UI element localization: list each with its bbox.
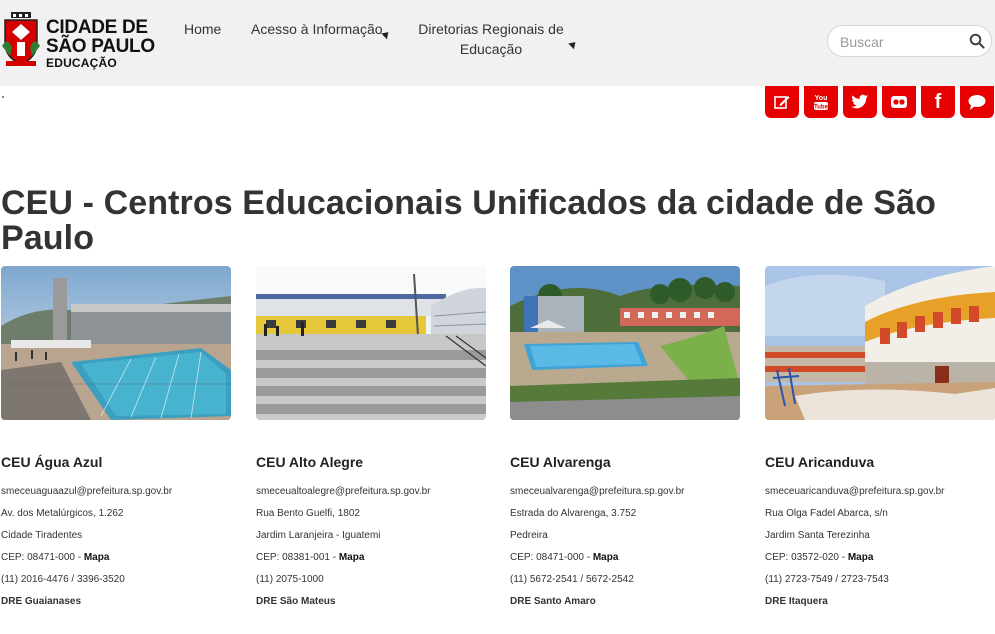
card-email[interactable]: smeceualvarenga@prefeitura.sp.gov.br [510,486,685,498]
ceu-card: CEU Água Azul smeceuaguaazul@prefeitura.… [1,266,231,607]
card-phone: (11) 2723-7549 / 2723-7543 [765,574,889,585]
social-youtube-button[interactable]: You Tube [804,86,838,118]
card-address: Rua Olga Fadel Abarca, s/n [765,508,888,519]
card-title[interactable]: CEU Água Azul [1,454,102,470]
card-dre-link[interactable]: DRE São Mateus [256,596,335,608]
card-dre-link[interactable]: DRE Santo Amaro [510,596,596,608]
chat-icon [968,95,986,110]
card-map-link[interactable]: Mapa [848,552,874,563]
social-flickr-button[interactable] [882,86,916,118]
card-phone: (11) 5672-2541 / 5672-2542 [510,574,634,585]
card-district: Jardim Santa Terezinha [765,530,870,541]
ceu-card: CEU Aricanduva smeceuaricanduva@prefeitu… [765,266,995,607]
caret-down-icon [381,25,395,40]
ceu-photo-alvarenga[interactable] [510,266,740,420]
search-input[interactable] [838,31,962,53]
nav-diretorias-label-2: Educação [459,41,523,57]
caret-down-icon [568,35,582,50]
card-email[interactable]: smeceuaricanduva@prefeitura.sp.gov.br [765,486,945,498]
card-phone: (11) 2016-4476 / 3396-3520 [1,574,125,585]
card-map-link[interactable]: Mapa [84,552,110,563]
coat-of-arms-icon [2,12,40,66]
nav-diretorias-regionais[interactable]: Diretorias Regionais de Educação [416,19,566,59]
card-cep: CEP: 08471-000 - [510,552,593,563]
separator-dot [2,96,4,98]
card-district: Jardim Laranjeira - Iguatemi [256,530,381,541]
youtube-icon: You Tube [814,95,829,111]
card-cep-row: CEP: 08471-000 - Mapa [510,552,618,564]
card-district: Pedreira [510,530,548,541]
prefeitura-logo[interactable]: CIDADE DE SÃO PAULO EDUCAÇÃO [2,10,162,72]
card-phone: (11) 2075-1000 [256,574,324,585]
card-cep: CEP: 08471-000 - [1,552,84,563]
social-chat-button[interactable] [960,86,994,118]
brand-line-3: EDUCAÇÃO [46,56,117,70]
nav-acesso-label: Acesso à Informação [251,21,383,37]
svg-text:Tube: Tube [814,105,829,111]
social-facebook-button[interactable]: f [921,86,955,118]
ceu-card: CEU Alvarenga smeceualvarenga@prefeitura… [510,266,740,607]
card-cep-row: CEP: 03572-020 - Mapa [765,552,873,564]
svg-text:You: You [815,95,828,102]
twitter-icon [851,94,869,109]
ceu-photo-aricanduva[interactable] [765,266,995,420]
card-cep-row: CEP: 08471-000 - Mapa [1,552,109,564]
nav-acesso-informacao[interactable]: Acesso à Informação [251,19,383,39]
card-map-link[interactable]: Mapa [593,552,619,563]
nav-home[interactable]: Home [184,19,221,39]
card-address: Estrada do Alvarenga, 3.752 [510,508,637,519]
card-cep-row: CEP: 08381-001 - Mapa [256,552,364,564]
page-title: CEU - Centros Educacionais Unificados da… [1,184,936,257]
site-header: CIDADE DE SÃO PAULO EDUCAÇÃO Home Acesso… [0,0,995,86]
card-address: Av. dos Metalúrgicos, 1.262 [1,508,124,519]
card-dre-link[interactable]: DRE Guaianases [1,596,81,608]
card-dre-link[interactable]: DRE Itaquera [765,596,828,608]
card-address: Rua Bento Guelfi, 1802 [256,508,360,519]
ceu-photo-alto-alegre[interactable] [256,266,486,420]
facebook-icon: f [934,90,942,113]
ceu-photo-agua-azul[interactable] [1,266,231,420]
card-cep: CEP: 03572-020 - [765,552,848,563]
search-box [827,25,992,57]
card-title[interactable]: CEU Aricanduva [765,454,874,470]
ceu-card: CEU Alto Alegre smeceualtoalegre@prefeit… [256,266,486,607]
card-cep: CEP: 08381-001 - [256,552,339,563]
nav-diretorias-label-1: Diretorias Regionais de [418,21,564,37]
card-district: Cidade Tiradentes [1,530,83,541]
edit-icon [774,96,790,109]
social-twitter-button[interactable] [843,86,877,118]
brand-line-1: CIDADE DE [46,17,148,38]
card-email[interactable]: smeceuaguaazul@prefeitura.sp.gov.br [1,486,172,498]
social-edit-button[interactable] [765,86,799,118]
card-map-link[interactable]: Mapa [339,552,365,563]
card-email[interactable]: smeceualtoalegre@prefeitura.sp.gov.br [256,486,431,498]
card-title[interactable]: CEU Alvarenga [510,454,611,470]
card-title[interactable]: CEU Alto Alegre [256,454,363,470]
flickr-icon [891,96,907,108]
search-icon[interactable] [969,33,985,49]
brand-line-2: SÃO PAULO [46,36,155,57]
